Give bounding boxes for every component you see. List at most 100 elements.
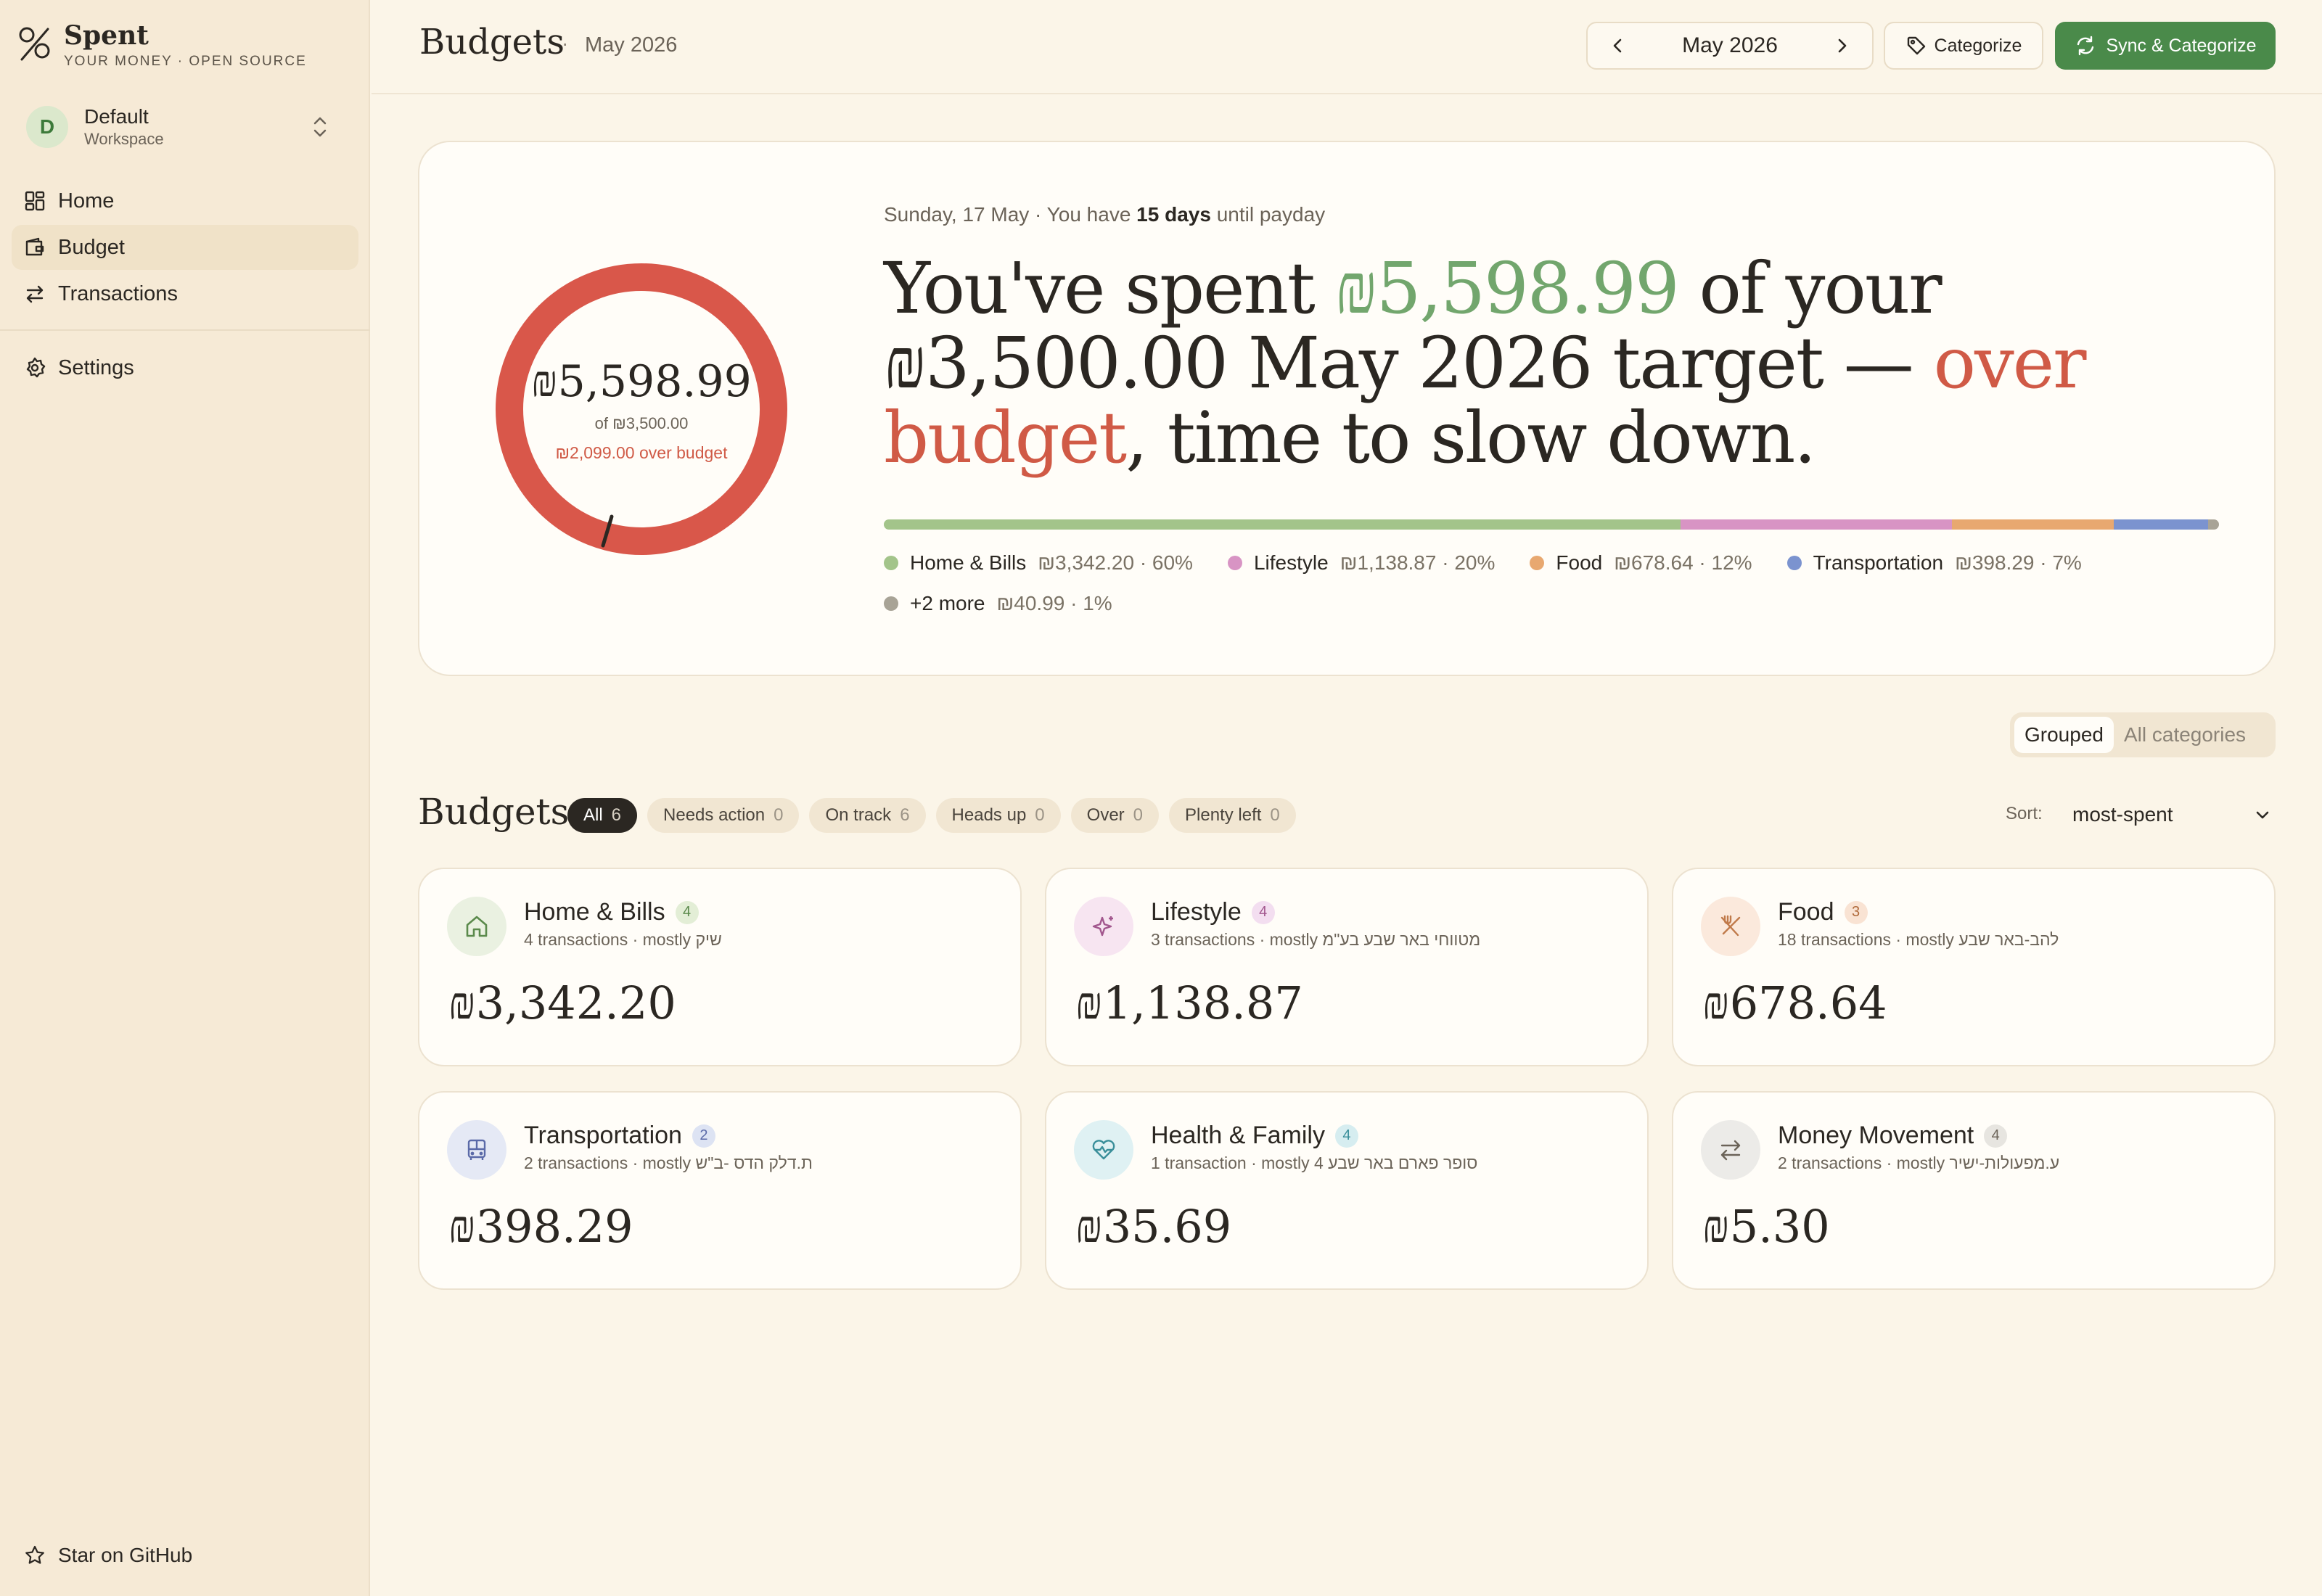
- filter-on-track[interactable]: On track 6: [809, 798, 926, 833]
- nav-item-label: Budget: [58, 235, 125, 259]
- category-legend: Home & Bills ₪3,342.20 · 60% Lifestyle ₪1,…: [884, 543, 2248, 624]
- sync-categorize-button[interactable]: Sync & Categorize: [2055, 22, 2276, 70]
- month-label[interactable]: May 2026: [1682, 33, 1778, 58]
- filter-plenty-left[interactable]: Plenty left 0: [1169, 798, 1296, 833]
- chevron-left-icon[interactable]: [1608, 36, 1628, 56]
- headline-spent: ₪5,598.99: [1334, 247, 1680, 329]
- filter-label: Needs action: [663, 805, 766, 825]
- budget-card-lifestyle[interactable]: Lifestyle 4 3 transactions · mostly מטווח…: [1045, 868, 1649, 1066]
- card-title: Lifestyle 4: [1151, 898, 1275, 926]
- sparkle-icon: [1092, 916, 1113, 937]
- category-name: Food: [1778, 898, 1834, 926]
- filter-heads-up[interactable]: Heads up 0: [935, 798, 1061, 833]
- filter-count: 0: [1035, 805, 1045, 825]
- filter-count: 0: [1270, 805, 1280, 825]
- month-navigator: May 2026: [1586, 22, 1874, 70]
- budget-card-transportation[interactable]: Transportation 2 2 transactions · mostly …: [418, 1091, 1022, 1290]
- card-subtitle: 2 transactions · mostly ת.דלק הדס -ב"ש: [524, 1153, 813, 1172]
- budget-card-home-bills[interactable]: Home & Bills 4 4 transactions · mostly שי…: [418, 868, 1022, 1066]
- card-title: Home & Bills 4: [524, 898, 699, 926]
- sort-label: Sort:: [2006, 804, 2043, 823]
- filter-count: 6: [611, 805, 622, 825]
- arrows-icon: [26, 285, 44, 303]
- title-separator: ·: [562, 32, 569, 54]
- toggle-all-categories[interactable]: All categories: [2114, 717, 2256, 753]
- category-count-badge: 4: [1984, 1124, 2008, 1148]
- nav-item-budget[interactable]: Budget: [12, 225, 358, 270]
- category-count-badge: 4: [1334, 1124, 1358, 1148]
- budget-filters: All 6 Needs action 0 On track 6 Heads up 0 O…: [567, 798, 1296, 833]
- category-icon-wrap: [1701, 1120, 1760, 1180]
- legend-dot: [1227, 556, 1242, 570]
- sync-label: Sync & Categorize: [2106, 35, 2257, 56]
- wallet-icon: [25, 237, 44, 256]
- chevron-down-icon: [2256, 811, 2269, 819]
- category-icon-wrap: [1701, 897, 1760, 956]
- category-share-segment: [1951, 519, 2114, 530]
- brand[interactable]: Spent YOUR MONEY · OPEN SOURCE: [16, 21, 307, 70]
- toggle-grouped[interactable]: Grouped: [2014, 717, 2114, 753]
- bus-icon: [467, 1139, 486, 1160]
- legend-value: ₪1,138.87 · 20%: [1340, 551, 1496, 574]
- sort-value: most-spent: [2072, 803, 2173, 826]
- star-on-github-link[interactable]: Star on GitHub: [23, 1544, 192, 1567]
- legend-item: Home & Bills ₪3,342.20 · 60%: [884, 551, 1193, 575]
- filter-count: 6: [900, 805, 910, 825]
- nav-item-settings[interactable]: Settings: [12, 345, 358, 390]
- card-amount: ₪678.64: [1702, 976, 1887, 1029]
- filter-label: On track: [825, 805, 892, 825]
- view-toggle: Grouped All categories: [2010, 712, 2276, 757]
- donut-spent-amount: ₪5,598.99: [531, 355, 752, 407]
- category-count-badge: 4: [675, 900, 699, 924]
- sort-select[interactable]: most-spent: [2072, 794, 2273, 836]
- donut-over-budget: ₪2,099.00 over budget: [555, 443, 728, 462]
- headline-part-3: , time to slow down.: [1125, 397, 1816, 479]
- filter-over[interactable]: Over 0: [1070, 798, 1160, 833]
- card-amount: ₪1,138.87: [1075, 976, 1303, 1029]
- legend-name: Food: [1556, 551, 1603, 574]
- workspace-avatar: D: [26, 106, 68, 148]
- card-subtitle: 3 transactions · mostly מטווחי באר שבע ב…: [1151, 930, 1481, 949]
- legend-item-more[interactable]: +2 more ₪40.99 · 1%: [884, 592, 1112, 615]
- nav-divider: [0, 329, 370, 331]
- date-suffix: until payday: [1210, 203, 1326, 226]
- filter-needs-action[interactable]: Needs action 0: [647, 798, 800, 833]
- nav-item-transactions[interactable]: Transactions: [12, 271, 358, 316]
- category-icon-wrap: [447, 1120, 506, 1180]
- home-icon: [466, 916, 488, 937]
- card-amount: ₪35.69: [1075, 1200, 1232, 1253]
- utensils-icon: [1720, 915, 1741, 937]
- card-title: Money Movement 4: [1778, 1122, 2008, 1150]
- page-title: Budgets: [419, 22, 565, 62]
- grid-icon: [25, 191, 45, 211]
- legend-dot: [1530, 556, 1545, 570]
- legend-item: Lifestyle ₪1,138.87 · 20%: [1227, 551, 1496, 575]
- filter-label: Plenty left: [1185, 805, 1262, 825]
- card-subtitle: 1 transaction · mostly סופר פארם באר שבע…: [1151, 1153, 1478, 1172]
- workspace-subtitle: Workspace: [84, 130, 164, 148]
- chevron-right-icon[interactable]: [1831, 36, 1852, 56]
- filter-all[interactable]: All 6: [567, 798, 638, 833]
- budget-card-money-movement[interactable]: Money Movement 4 2 transactions · mostly …: [1672, 1091, 2276, 1290]
- spending-headline: You've spent ₪5,598.99 of your ₪3,500.00…: [884, 251, 2233, 475]
- category-share-segment: [2113, 519, 2209, 530]
- days-until-payday: 15 days: [1136, 203, 1211, 226]
- legend-item: Food ₪678.64 · 12%: [1530, 551, 1752, 575]
- workspace-switcher[interactable]: D Default Workspace: [26, 102, 345, 152]
- date-prefix: Sunday, 17 May · You have: [884, 203, 1137, 226]
- card-subtitle: 4 transactions · mostly שיק: [524, 930, 722, 949]
- card-title: Transportation 2: [524, 1122, 715, 1150]
- budget-card-health-family[interactable]: Health & Family 4 1 transaction · mostly …: [1045, 1091, 1649, 1290]
- categorize-button[interactable]: Categorize: [1884, 22, 2043, 70]
- legend-dot: [884, 596, 898, 611]
- legend-name: Transportation: [1813, 551, 1944, 574]
- legend-value: ₪678.64 · 12%: [1614, 551, 1752, 574]
- tag-icon: [1907, 36, 1925, 55]
- budget-card-food[interactable]: Food 3 18 transactions · mostly להב-באר ש…: [1672, 868, 2276, 1066]
- nav-item-home[interactable]: Home: [12, 178, 358, 223]
- legend-value: ₪40.99 · 1%: [996, 592, 1112, 614]
- categorize-label: Categorize: [1934, 35, 2022, 56]
- logo-icon: [19, 27, 50, 61]
- legend-item: Transportation ₪398.29 · 7%: [1786, 551, 2082, 575]
- headline-part-1: You've spent: [884, 247, 1335, 329]
